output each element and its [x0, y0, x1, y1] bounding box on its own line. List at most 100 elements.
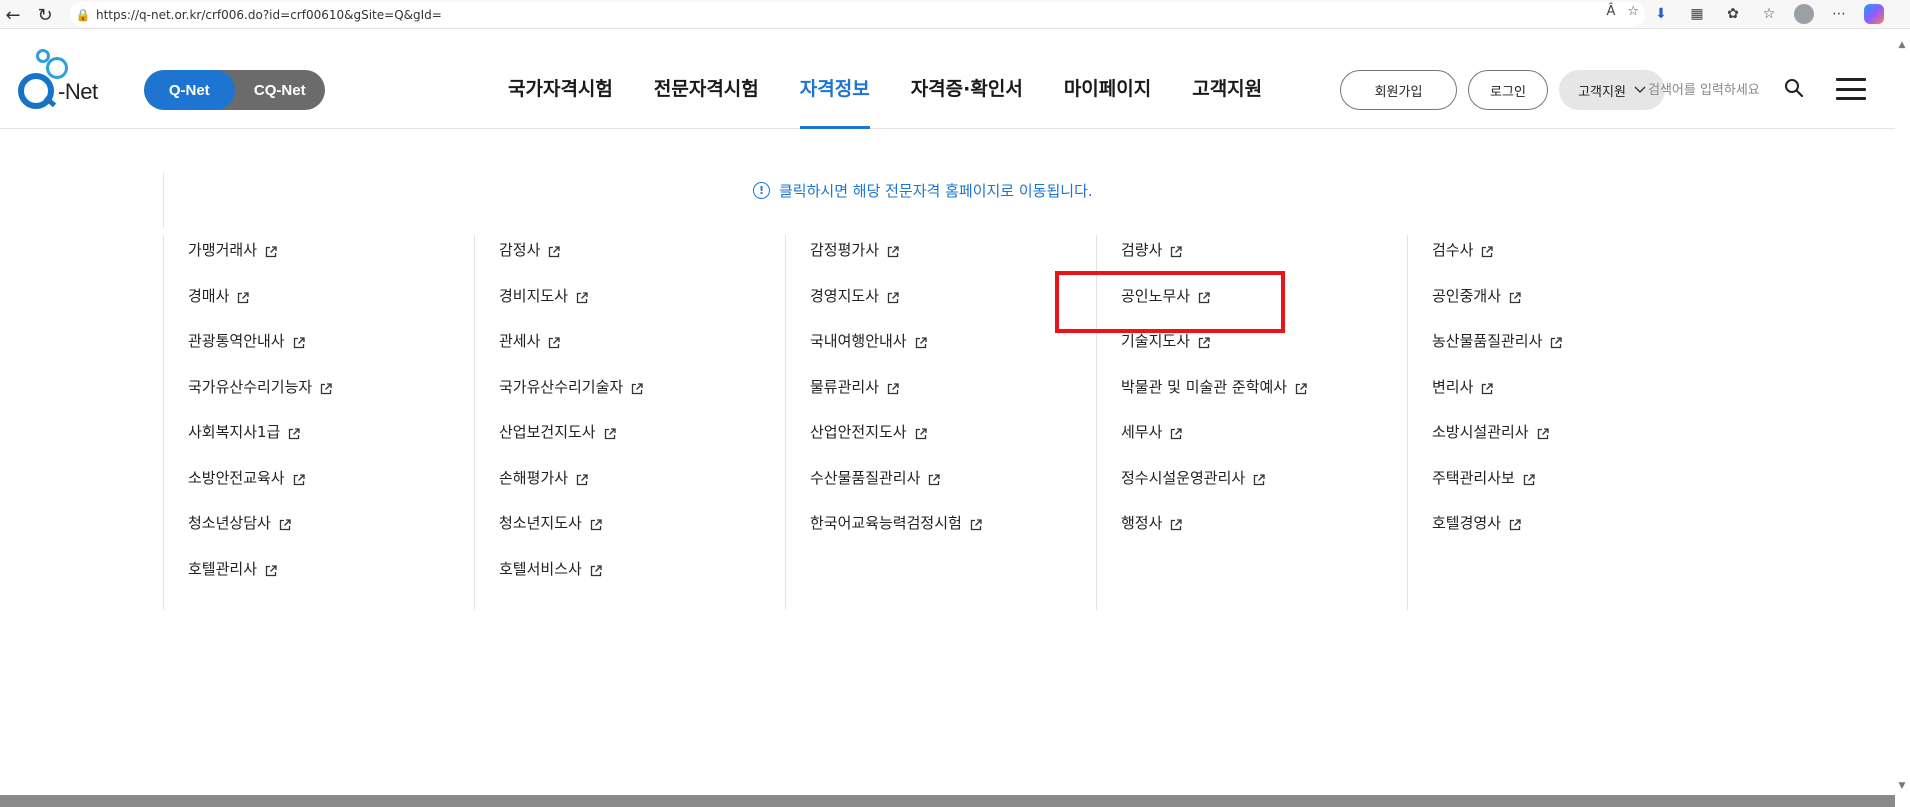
refresh-icon[interactable]: ↻	[32, 2, 58, 28]
search-icon[interactable]	[1784, 78, 1804, 98]
qualification-link[interactable]: 공인중개사	[1432, 286, 1718, 332]
qualification-link[interactable]: 국가유산수리기능자	[188, 377, 474, 423]
qualification-link[interactable]: 물류관리사	[810, 377, 1096, 423]
link-column: 가맹거래사경매사관광통역안내사 국가유산수리기능자사회복지사1급 소방안전교육사 청소…	[163, 235, 474, 610]
external-link-icon	[1295, 381, 1307, 394]
qualification-link[interactable]: 세무사	[1121, 422, 1407, 468]
external-link-icon	[1170, 517, 1183, 531]
qualification-link[interactable]: 산업안전지도사	[810, 422, 1096, 468]
gnb-customer-support[interactable]: 고객지원	[1192, 74, 1262, 129]
external-link-icon	[288, 426, 301, 440]
login-button[interactable]: 로그인	[1468, 70, 1548, 110]
qualification-link[interactable]: 검수사	[1432, 240, 1718, 286]
address-bar[interactable]: 🔒 https://q-net.or.kr/crf006.do?id=crf00…	[70, 2, 1645, 27]
qualification-link[interactable]: 수산물품질관리사	[810, 468, 1096, 514]
qualification-link[interactable]: 행정사	[1121, 513, 1407, 559]
qualification-link[interactable]: 농산물품질관리사	[1432, 331, 1718, 377]
qualification-link[interactable]: 박물관 및 미술관 준학예사	[1121, 377, 1407, 423]
favorite-star-icon[interactable]: ☆	[1627, 4, 1639, 19]
scroll-up-icon[interactable]: ▲	[1896, 40, 1908, 52]
qualification-link[interactable]: 청소년지도사	[499, 513, 785, 559]
gnb-qualification-info[interactable]: 자격정보	[799, 74, 870, 129]
qualification-link-label: 주택관리사보	[1432, 468, 1515, 487]
extension-download-icon[interactable]: ⬇	[1650, 3, 1672, 25]
extensions-icon[interactable]: ✿	[1722, 3, 1744, 25]
qualification-link[interactable]: 정수시설운영관리사	[1121, 468, 1407, 514]
site-header: -Net Q-Net CQ-Net 국가자격시험 전문자격시험 자격정보 자격증…	[0, 29, 1895, 129]
qualification-link[interactable]: 손해평가사	[499, 468, 785, 514]
qualification-link[interactable]: 국내여행안내사	[810, 331, 1096, 377]
qualification-link[interactable]: 국가유산수리기술자	[499, 377, 785, 423]
more-options-icon[interactable]: ⋯	[1828, 3, 1850, 25]
qualification-link-label: 국가유산수리기능자	[188, 377, 313, 396]
gnb-certificate[interactable]: 자격증·확인서	[911, 74, 1023, 129]
qualification-link-label: 감정평가사	[810, 241, 880, 259]
copilot-icon[interactable]	[1864, 4, 1884, 24]
qnet-logo[interactable]: -Net	[18, 49, 113, 111]
qualification-link[interactable]: 사회복지사1급	[188, 422, 474, 468]
logo-ring-large	[46, 57, 68, 79]
qualification-link-label: 검수사	[1432, 241, 1474, 259]
search-input[interactable]: 검색어를 입력하세요	[1648, 79, 1760, 98]
qualification-link[interactable]: 호텔서비스사	[499, 559, 785, 605]
qualification-link[interactable]: 관광통역안내사	[188, 331, 474, 377]
profile-avatar[interactable]	[1794, 4, 1814, 24]
qualification-link[interactable]: 경비지도사	[499, 286, 785, 332]
gnb-national-exam[interactable]: 국가자격시험	[508, 74, 613, 129]
qualification-link-label: 청소년상담사	[188, 514, 271, 532]
link-column: 감정사경비지도사관세사국가유산수리기술자 산업보건지도사손해평가사 청소년지도사 호텔…	[474, 235, 785, 610]
qualification-link-label: 검량사	[1121, 241, 1163, 259]
qualification-link[interactable]: 감정평가사	[810, 240, 1096, 286]
external-link-icon	[1481, 244, 1494, 258]
link-column: 검수사공인중개사 농산물품질관리사 변리사 소방시설관리사 주택관리사보호텔경영사	[1407, 235, 1718, 610]
gnb-mypage[interactable]: 마이페이지	[1064, 74, 1151, 129]
gnb-professional-exam[interactable]: 전문자격시험	[654, 74, 759, 129]
page-scrollbar[interactable]	[1895, 29, 1910, 807]
qualification-link-label: 가맹거래사	[188, 241, 258, 259]
qualification-link[interactable]: 소방시설관리사	[1432, 422, 1718, 468]
divider	[163, 173, 164, 228]
external-link-icon	[915, 426, 927, 440]
signup-button[interactable]: 회원가입	[1340, 70, 1457, 110]
highlight-box	[1055, 271, 1285, 333]
favorites-icon[interactable]: ☆	[1758, 3, 1780, 25]
qualification-link[interactable]: 한국어교육능력검정시험	[810, 513, 1096, 559]
back-icon[interactable]: ←	[0, 2, 26, 28]
qualification-link-label: 관세사	[499, 332, 541, 350]
qualification-link[interactable]: 기술지도사	[1121, 331, 1407, 377]
external-link-icon	[1253, 472, 1265, 485]
qualification-link[interactable]: 산업보건지도사	[499, 422, 785, 468]
hamburger-menu-icon[interactable]	[1836, 78, 1866, 100]
qualification-link[interactable]: 경매사	[188, 286, 474, 332]
external-link-icon	[1170, 244, 1183, 258]
qualification-link[interactable]: 관세사	[499, 331, 785, 377]
qualification-link[interactable]: 가맹거래사	[188, 240, 474, 286]
qualification-link[interactable]: 소방안전교육사	[188, 468, 474, 514]
qualification-link[interactable]: 변리사	[1432, 377, 1718, 423]
qualification-link[interactable]: 호텔관리사	[188, 559, 474, 605]
qualification-link-label: 세무사	[1121, 423, 1163, 441]
qualification-link[interactable]: 주택관리사보	[1432, 468, 1718, 514]
qualification-link-label: 감정사	[499, 241, 541, 259]
external-link-icon	[631, 381, 643, 394]
qualification-link[interactable]: 감정사	[499, 240, 785, 286]
screenshot-icon[interactable]: ▦	[1686, 3, 1708, 25]
notice-text: 클릭하시면 해당 전문자격 홈페이지로 이동됩니다.	[779, 182, 1093, 200]
external-link-icon	[1198, 335, 1210, 349]
qualification-link-label: 경비지도사	[499, 286, 569, 305]
bottom-partial-content	[0, 795, 1895, 807]
external-link-icon	[237, 290, 250, 303]
qualification-link-label: 산업보건지도사	[499, 423, 596, 441]
external-link-icon	[548, 244, 561, 258]
qualification-link-label: 경매사	[188, 286, 230, 305]
qualification-link[interactable]: 청소년상담사	[188, 513, 474, 559]
qnet-tab[interactable]: Q-Net	[144, 70, 235, 110]
scroll-down-icon[interactable]: ▼	[1896, 781, 1908, 793]
qualification-link[interactable]: 호텔경영사	[1432, 513, 1718, 559]
cqnet-tab[interactable]: CQ-Net	[235, 70, 326, 110]
qualification-link-label: 산업안전지도사	[810, 423, 907, 441]
browser-toolbar: ← ↻ 🔒 https://q-net.or.kr/crf006.do?id=c…	[0, 0, 1910, 29]
qualification-link[interactable]: 경영지도사	[810, 286, 1096, 332]
external-link-icon	[928, 472, 941, 485]
read-aloud-icon[interactable]: Â	[1606, 4, 1615, 19]
